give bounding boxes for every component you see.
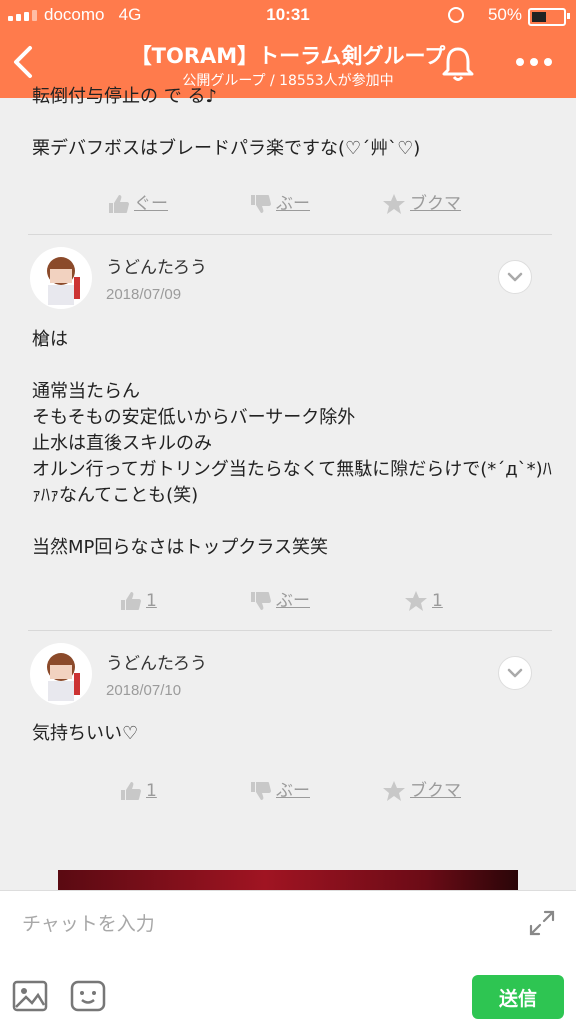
battery-tip [567,13,570,19]
post-item: 転倒付与停止の で る♪ 栗デバフボスはブレードパラ楽ですな(♡´艸`♡) ぐー… [0,86,576,234]
thumbs-down-icon [251,195,271,213]
avatar[interactable] [30,247,92,309]
bell-icon[interactable] [440,44,476,84]
post-item: うどんたろう 2018/07/09 槍は 通常当たらん そもそもの安定低いからバ… [0,235,576,630]
reaction-bar: 1 ぶー 1 [0,581,576,621]
avatar-image [47,257,80,305]
chevron-down-icon[interactable] [498,656,532,690]
star-icon [383,194,405,214]
thumbs-down-icon [251,782,271,800]
post-image-preview[interactable] [58,870,518,892]
more-icon[interactable] [514,54,554,70]
sticker-icon[interactable] [70,979,106,1013]
username[interactable]: うどんたろう [106,255,207,281]
image-icon[interactable] [12,979,48,1013]
post-text: 気持ちいい♡ [32,723,139,744]
chat-composer: 送信 [0,890,576,1025]
thumbs-up-icon [121,592,141,610]
boo-label: ぶー [276,194,310,214]
reaction-bar: 1 ぶー ブクマ [0,771,576,811]
bookmark-count: 1 [432,591,443,611]
good-label: ぐー [134,194,168,214]
post-item: うどんたろう 2018/07/10 気持ちいい♡ 1 ぶー ブクマ [0,631,576,831]
boo-button[interactable]: ぶー [250,184,310,224]
boo-button[interactable]: ぶー [250,581,310,621]
thumbs-down-icon [251,592,271,610]
status-bar: docomo 4G 10:31 50% [0,0,576,30]
group-title: 【TORAM】トーラム剣グループ [130,44,446,68]
star-icon [405,591,427,611]
avatar[interactable] [30,643,92,705]
chevron-down-icon[interactable] [498,260,532,294]
bookmark-button[interactable]: ブクマ [382,184,461,224]
good-count: 1 [146,781,157,801]
bookmark-button[interactable]: ブクマ [382,771,461,811]
expand-icon[interactable] [528,909,556,937]
username[interactable]: うどんたろう [106,651,207,677]
boo-label: ぶー [276,781,310,801]
good-button[interactable]: 1 [120,581,157,621]
battery-icon [528,8,566,26]
good-count: 1 [146,591,157,611]
bookmark-label: ブクマ [410,781,461,801]
send-button[interactable]: 送信 [472,975,564,1019]
boo-label: ぶー [276,591,310,611]
chat-input[interactable] [20,903,504,945]
thumbs-up-icon [121,782,141,800]
bookmark-label: ブクマ [410,194,461,214]
star-icon [383,781,405,801]
thumbs-up-icon [109,195,129,213]
post-text: 槍は 通常当たらん そもそもの安定低いからバーサーク除外 止水は直後スキルのみ … [32,329,552,558]
avatar-image [47,653,80,701]
post-date: 2018/07/09 [106,286,182,303]
post-text: 転倒付与停止の で る♪ 栗デバフボスはブレードパラ楽ですな(♡´艸`♡) [32,86,421,159]
battery-percent: 50% [487,5,522,24]
reaction-bar: ぐー ぶー ブクマ [0,184,576,224]
boo-button[interactable]: ぶー [250,771,310,811]
good-button[interactable]: ぐー [108,184,168,224]
rotation-lock-icon [448,7,464,23]
good-button[interactable]: 1 [120,771,157,811]
bookmark-button[interactable]: 1 [404,581,443,621]
post-date: 2018/07/10 [106,682,182,699]
